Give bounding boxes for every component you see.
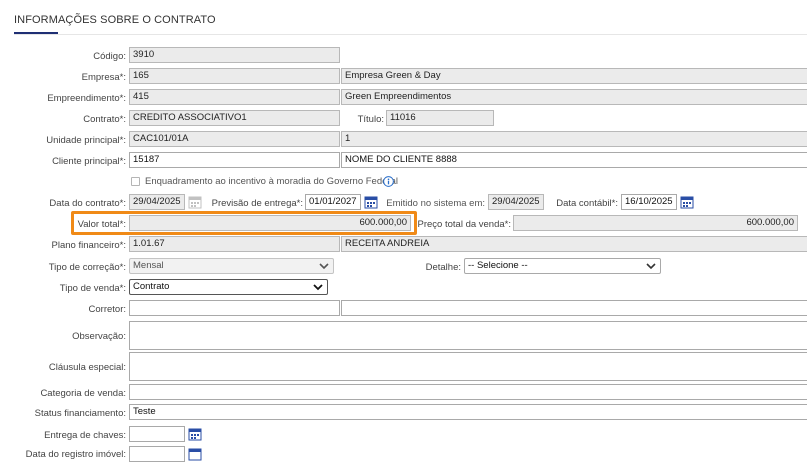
- tipo-correcao-label: Tipo de correção*:: [48, 262, 126, 273]
- titulo-label: Título:: [357, 114, 384, 125]
- empreendimento-label: Empreendimento*:: [47, 93, 126, 104]
- chevron-down-icon: [313, 284, 323, 291]
- detalhe-label: Detalhe:: [425, 262, 461, 273]
- data-contabil-label: Data contábil*:: [556, 198, 618, 209]
- observacao-label: Observação:: [72, 331, 126, 342]
- tipo-correcao-value: Mensal: [133, 260, 164, 271]
- corretor-code-field[interactable]: [129, 300, 340, 316]
- clausula-especial-textarea[interactable]: [129, 352, 807, 381]
- enquadramento-checkbox[interactable]: [131, 177, 140, 186]
- observacao-textarea[interactable]: [129, 321, 807, 350]
- plano-financeiro-code-field[interactable]: 1.01.67: [129, 236, 340, 252]
- calendar-icon[interactable]: [188, 447, 202, 461]
- codigo-field[interactable]: 3910: [129, 47, 340, 63]
- entrega-chaves-field[interactable]: [129, 426, 185, 442]
- detalhe-value: -- Selecione --: [468, 260, 528, 271]
- plano-financeiro-label: Plano financeiro*:: [51, 240, 126, 251]
- status-financiamento-field[interactable]: Teste: [129, 404, 807, 420]
- data-contabil-field[interactable]: 16/10/2025: [621, 194, 677, 210]
- section-title: INFORMAÇÕES SOBRE O CONTRATO: [14, 14, 216, 26]
- entrega-chaves-label: Entrega de chaves:: [44, 430, 126, 441]
- tipo-venda-label: Tipo de venda*:: [59, 283, 126, 294]
- info-icon[interactable]: [383, 176, 394, 187]
- contrato-field[interactable]: CREDITO ASSOCIATIVO1: [129, 110, 340, 126]
- empresa-label: Empresa*:: [81, 72, 126, 83]
- tipo-venda-value: Contrato: [133, 281, 170, 292]
- data-contrato-label: Data do contrato*:: [49, 198, 126, 209]
- categoria-venda-field[interactable]: [129, 384, 807, 400]
- clausula-especial-label: Cláusula especial:: [48, 362, 126, 373]
- cliente-principal-code-field[interactable]: 15187: [129, 152, 340, 168]
- data-contrato-field[interactable]: 29/04/2025: [129, 194, 185, 210]
- plano-financeiro-name-field[interactable]: RECEITA ANDREIA: [341, 236, 807, 252]
- emitido-sistema-label: Emitido no sistema em:: [386, 198, 485, 209]
- contrato-label: Contrato*:: [83, 114, 126, 125]
- empresa-name-field[interactable]: Empresa Green & Day: [341, 68, 807, 84]
- chevron-down-icon: [646, 263, 656, 270]
- status-financiamento-label: Status financiamento:: [34, 408, 126, 419]
- calendar-icon[interactable]: [188, 427, 202, 441]
- empresa-code-field[interactable]: 165: [129, 68, 340, 84]
- data-registro-imovel-field[interactable]: [129, 446, 185, 462]
- title-divider: [14, 34, 807, 35]
- previsao-entrega-label: Previsão de entrega*:: [211, 198, 303, 209]
- emitido-sistema-field[interactable]: 29/04/2025: [488, 194, 544, 210]
- codigo-label: Código:: [93, 51, 126, 62]
- tipo-venda-select[interactable]: Contrato: [129, 279, 328, 295]
- preco-total-venda-label: Preço total da venda*:: [417, 219, 511, 230]
- unidade-principal-code-field[interactable]: CAC101/01A: [129, 131, 340, 147]
- highlight-box: [71, 211, 417, 235]
- unidade-principal-name-field[interactable]: 1: [341, 131, 807, 147]
- data-registro-imovel-label: Data do registro imóvel:: [25, 449, 126, 460]
- calendar-icon: [188, 196, 202, 209]
- enquadramento-label: Enquadramento ao incentivo à moradia do …: [145, 176, 398, 187]
- titulo-field[interactable]: 11016: [386, 110, 494, 126]
- detalhe-select[interactable]: -- Selecione --: [464, 258, 661, 274]
- empreendimento-name-field[interactable]: Green Empreendimentos: [341, 89, 807, 105]
- corretor-name-field[interactable]: [341, 300, 807, 316]
- chevron-down-icon: [319, 263, 329, 270]
- tipo-correcao-select[interactable]: Mensal: [129, 258, 334, 274]
- calendar-icon[interactable]: [680, 195, 694, 209]
- previsao-entrega-field[interactable]: 01/01/2027: [305, 194, 361, 210]
- categoria-venda-label: Categoria de venda:: [40, 388, 126, 399]
- preco-total-venda-field[interactable]: 600.000,00: [513, 215, 798, 231]
- corretor-label: Corretor:: [88, 304, 126, 315]
- calendar-icon[interactable]: [364, 195, 378, 209]
- cliente-principal-name-field[interactable]: NOME DO CLIENTE 8888: [341, 152, 807, 168]
- empreendimento-code-field[interactable]: 415: [129, 89, 340, 105]
- cliente-principal-label: Cliente principal*:: [52, 156, 126, 167]
- unidade-principal-label: Unidade principal*:: [46, 135, 126, 146]
